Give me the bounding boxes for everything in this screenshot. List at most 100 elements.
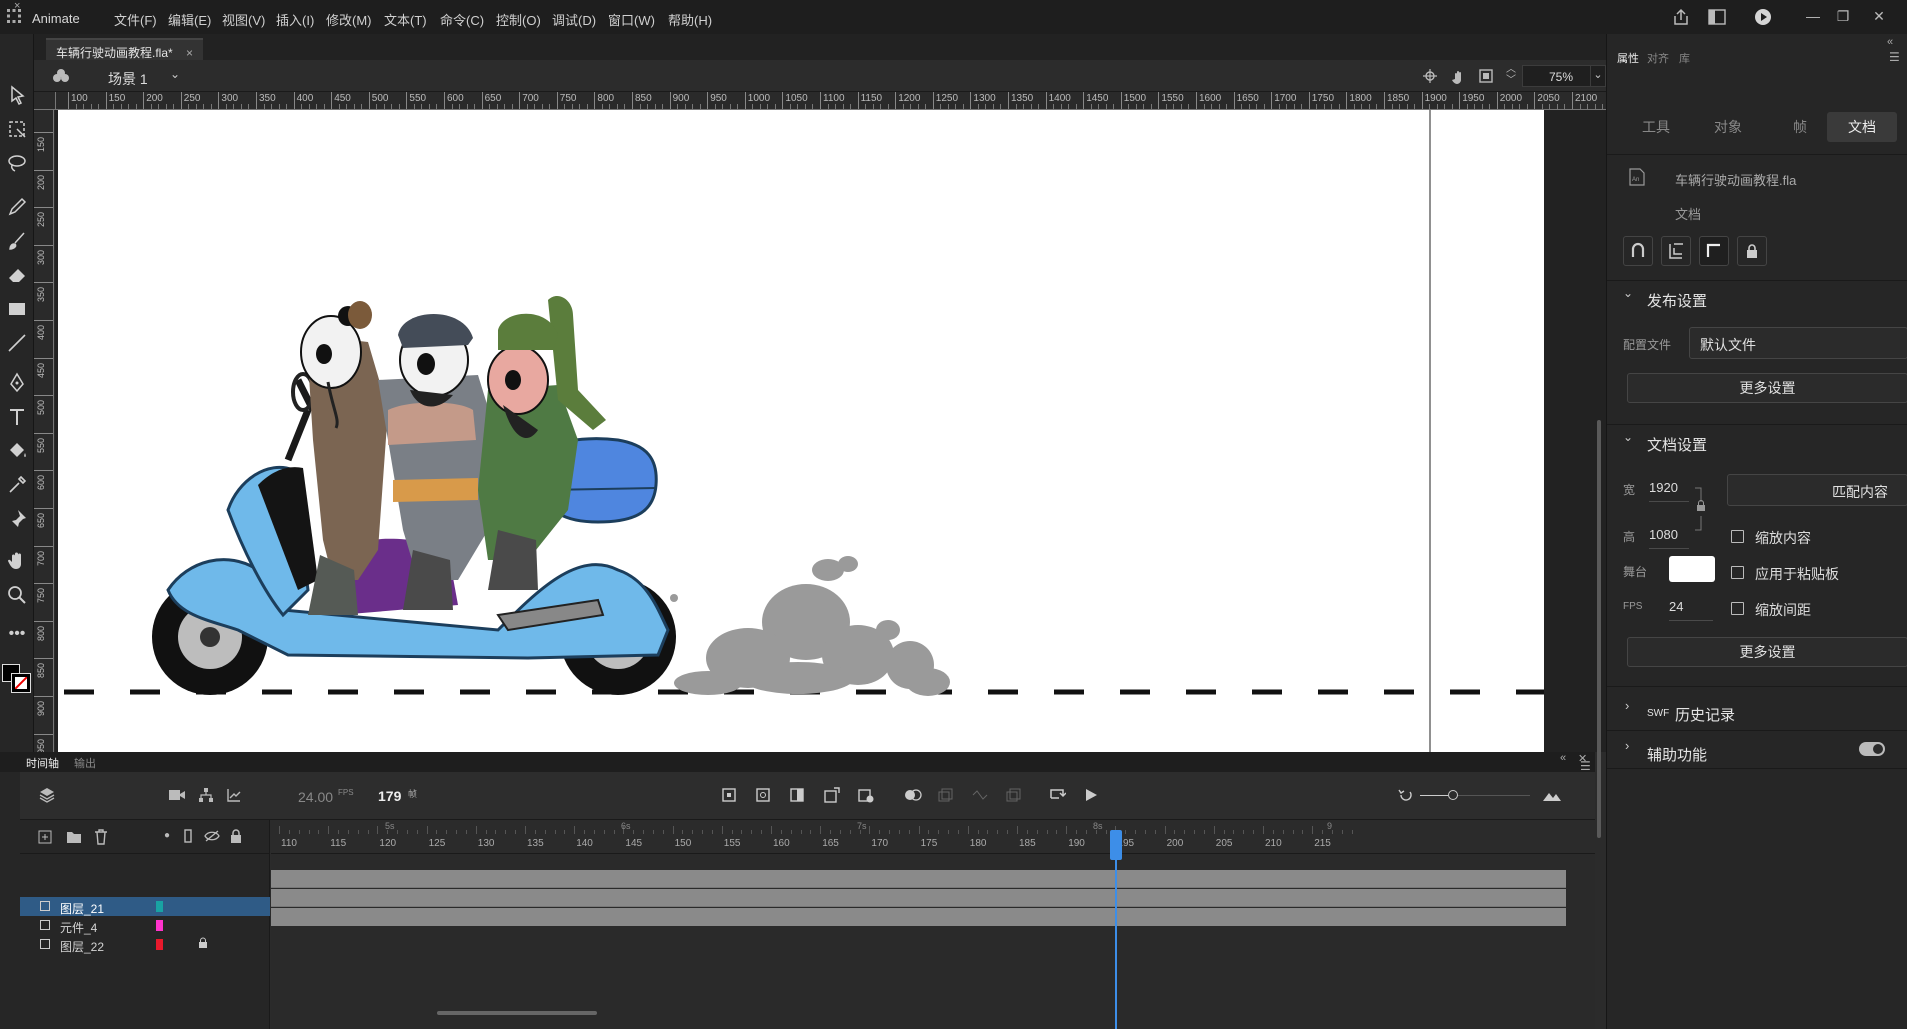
visibility-icon[interactable]: [204, 830, 220, 845]
match-contents-button[interactable]: 匹配内容: [1727, 474, 1907, 506]
frame-span-layer-3[interactable]: [271, 908, 1566, 926]
current-frame[interactable]: 179: [378, 788, 401, 804]
menu-window[interactable]: 窗口(W): [608, 10, 655, 29]
frame-zoom-slider-handle[interactable]: [1448, 790, 1458, 800]
line-tool-icon[interactable]: [4, 330, 30, 356]
more-settings-button[interactable]: 更多设置: [1627, 373, 1907, 403]
mountain-zoom-icon[interactable]: [1542, 788, 1562, 805]
pin-tool-icon[interactable]: [4, 506, 30, 532]
snap-to-objects-icon[interactable]: [1623, 236, 1653, 266]
new-folder-icon[interactable]: [66, 830, 82, 847]
text-tool-icon[interactable]: [4, 404, 30, 430]
menu-help[interactable]: 帮助(H): [668, 10, 712, 29]
link-dimensions-icon[interactable]: [1693, 486, 1707, 535]
frame-span-layer-2[interactable]: [271, 889, 1566, 907]
brush-tool-icon[interactable]: [4, 228, 30, 254]
rectangle-tool-icon[interactable]: [4, 296, 30, 322]
layer-color-swatch[interactable]: [156, 901, 163, 912]
accessibility-title[interactable]: 辅助功能: [1647, 744, 1707, 765]
frame-grid[interactable]: 110 115 120 125 130 135 140 145 150 155 160 165 170 1…: [271, 820, 1595, 1029]
graph-icon[interactable]: [226, 787, 242, 806]
apply-to-pasteboard-checkbox[interactable]: [1731, 566, 1744, 579]
scale-content-checkbox[interactable]: [1731, 530, 1744, 543]
test-movie-icon[interactable]: [1754, 8, 1772, 29]
vertical-scrollbar[interactable]: [1597, 420, 1601, 838]
frame-ruler[interactable]: 110 115 120 125 130 135 140 145 150 155 160 165 170 1…: [271, 820, 1595, 854]
menu-file[interactable]: 文件(F): [114, 10, 157, 29]
tab-properties[interactable]: 属性: [1617, 50, 1639, 66]
lasso-tool-icon[interactable]: [4, 150, 30, 176]
rotate-stage-icon[interactable]: [1450, 67, 1468, 88]
menu-text[interactable]: 文本(T): [384, 10, 427, 29]
layer-name[interactable]: 元件_4: [60, 919, 97, 936]
publish-settings-title[interactable]: 发布设置: [1647, 290, 1707, 311]
restore-button[interactable]: ❐: [1830, 6, 1856, 28]
vertical-ruler[interactable]: 150 200 250 300 350 400 450 500 550 600 650 700 750 8…: [34, 110, 54, 752]
insert-tween-icon[interactable]: [824, 787, 840, 806]
scale-spacing-checkbox[interactable]: [1731, 602, 1744, 615]
play-button[interactable]: [1084, 788, 1098, 805]
selection-tool-icon[interactable]: [4, 82, 30, 108]
fps-input[interactable]: 24: [1669, 599, 1713, 621]
layer-name[interactable]: 图层_21: [60, 900, 104, 917]
horizontal-scrollbar[interactable]: [437, 1011, 597, 1015]
menu-control[interactable]: 控制(O): [496, 10, 541, 29]
publish-chevron-icon[interactable]: ⌄: [1623, 286, 1633, 300]
tab-tool[interactable]: 工具: [1621, 112, 1691, 142]
document-tab[interactable]: 车辆行驶动画教程.fla* ×: [46, 38, 204, 60]
document-settings-title[interactable]: 文档设置: [1647, 434, 1707, 455]
delete-frame-icon[interactable]: [858, 787, 874, 806]
hand-tool-icon[interactable]: [4, 548, 30, 574]
parenting-icon[interactable]: [198, 787, 214, 806]
zoom-dropdown-icon[interactable]: ⌄: [1590, 65, 1606, 87]
more-settings-button-2[interactable]: 更多设置: [1627, 637, 1907, 667]
snap-align-icon[interactable]: [1661, 236, 1691, 266]
menu-insert[interactable]: 插入(I): [276, 10, 314, 29]
doc-settings-chevron-icon[interactable]: ⌄: [1623, 430, 1633, 444]
workspace-icon[interactable]: [1708, 9, 1726, 28]
layer-row[interactable]: 图层_21: [20, 897, 270, 916]
eyedropper-tool-icon[interactable]: [4, 472, 30, 498]
insert-keyframe-icon[interactable]: [722, 788, 736, 805]
accessibility-chevron-icon[interactable]: ›: [1625, 738, 1629, 753]
zoom-tool-icon[interactable]: [4, 582, 30, 608]
lock-all-icon[interactable]: [230, 829, 242, 846]
share-icon[interactable]: [1672, 8, 1690, 29]
layer-row[interactable]: 图层_22: [20, 935, 270, 954]
swf-history-title[interactable]: 历史记录: [1675, 704, 1735, 725]
snap-pixel-icon[interactable]: [1699, 236, 1729, 266]
height-input[interactable]: 1080: [1649, 527, 1689, 549]
swf-history-chevron-icon[interactable]: ›: [1625, 698, 1629, 713]
camera-icon[interactable]: [168, 788, 186, 805]
frame-zoom-slider[interactable]: [1420, 790, 1530, 800]
paint-bucket-tool-icon[interactable]: [4, 438, 30, 464]
fill-color-swatch[interactable]: [11, 673, 31, 693]
width-input[interactable]: 1920: [1649, 480, 1689, 502]
undo-center-icon[interactable]: [1398, 787, 1414, 806]
frame-span-layer-1[interactable]: [271, 870, 1566, 888]
tab-frame[interactable]: 帧: [1765, 112, 1835, 142]
pasteboard[interactable]: [55, 110, 1606, 752]
menu-modify[interactable]: 修改(M): [326, 10, 372, 29]
insert-frame-icon[interactable]: [790, 788, 804, 805]
minimize-button[interactable]: —: [1800, 6, 1826, 28]
insert-blank-keyframe-icon[interactable]: [756, 788, 770, 805]
menu-debug[interactable]: 调试(D): [552, 10, 596, 29]
more-tools-icon[interactable]: •••: [4, 624, 30, 650]
zoom-field[interactable]: 75%: [1522, 65, 1592, 87]
free-transform-tool-icon[interactable]: [4, 116, 30, 142]
accessibility-toggle[interactable]: [1859, 742, 1885, 756]
layers-icon[interactable]: [38, 786, 56, 807]
outline-icon[interactable]: [184, 829, 192, 846]
close-tab-icon[interactable]: ×: [186, 46, 193, 60]
playhead-handle[interactable]: [1110, 830, 1122, 860]
fps-value[interactable]: 24.00: [298, 789, 333, 805]
scene-icon[interactable]: [52, 68, 70, 87]
menu-view[interactable]: 视图(V): [222, 10, 265, 29]
profile-dropdown[interactable]: 默认文件: [1689, 327, 1907, 359]
tab-library[interactable]: 库: [1679, 50, 1690, 66]
delete-layer-icon[interactable]: [94, 829, 108, 848]
scene-name[interactable]: 场景 1: [108, 69, 148, 89]
layer-name[interactable]: 图层_22: [60, 938, 104, 955]
eraser-tool-icon[interactable]: [4, 262, 30, 288]
